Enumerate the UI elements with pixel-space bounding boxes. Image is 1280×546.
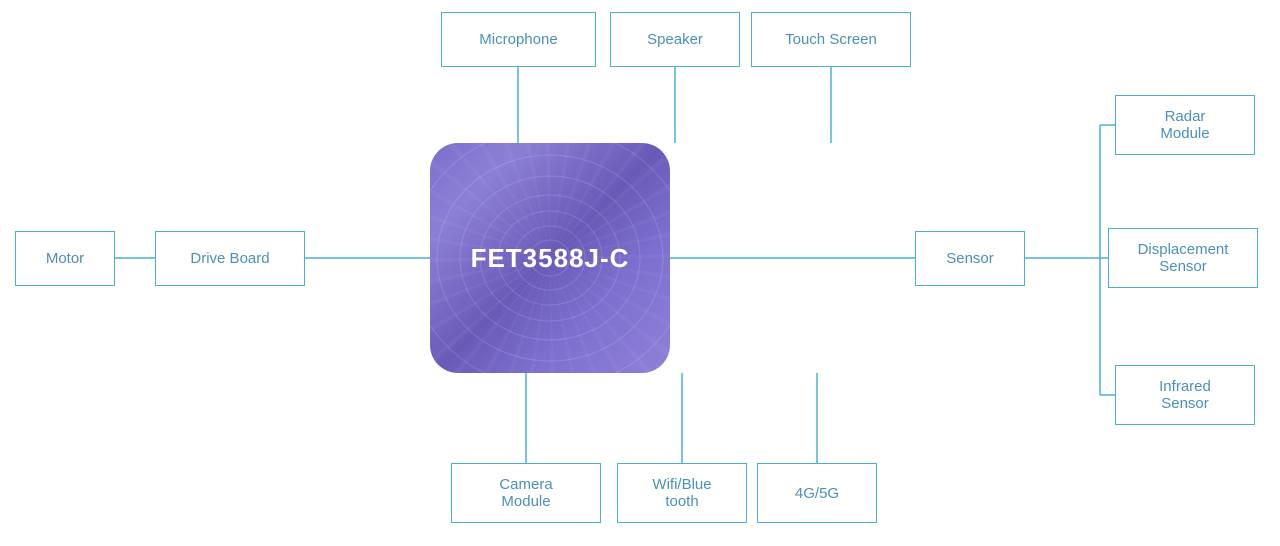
sensor-box: Sensor bbox=[915, 231, 1025, 286]
4g5g-box: 4G/5G bbox=[757, 463, 877, 523]
camera-module-box: Camera Module bbox=[451, 463, 601, 523]
speaker-box: Speaker bbox=[610, 12, 740, 67]
chip-label: FET3588J-C bbox=[471, 243, 630, 274]
drive-board-box: Drive Board bbox=[155, 231, 305, 286]
motor-box: Motor bbox=[15, 231, 115, 286]
center-chip: FET3588J-C bbox=[430, 143, 670, 373]
displacement-sensor-box: Displacement Sensor bbox=[1108, 228, 1258, 288]
diagram-container: FET3588J-C Microphone Speaker Touch Scre… bbox=[0, 0, 1280, 546]
radar-module-box: Radar Module bbox=[1115, 95, 1255, 155]
wifi-bluetooth-box: Wifi/Blue tooth bbox=[617, 463, 747, 523]
microphone-box: Microphone bbox=[441, 12, 596, 67]
touch-screen-box: Touch Screen bbox=[751, 12, 911, 67]
infrared-sensor-box: Infrared Sensor bbox=[1115, 365, 1255, 425]
